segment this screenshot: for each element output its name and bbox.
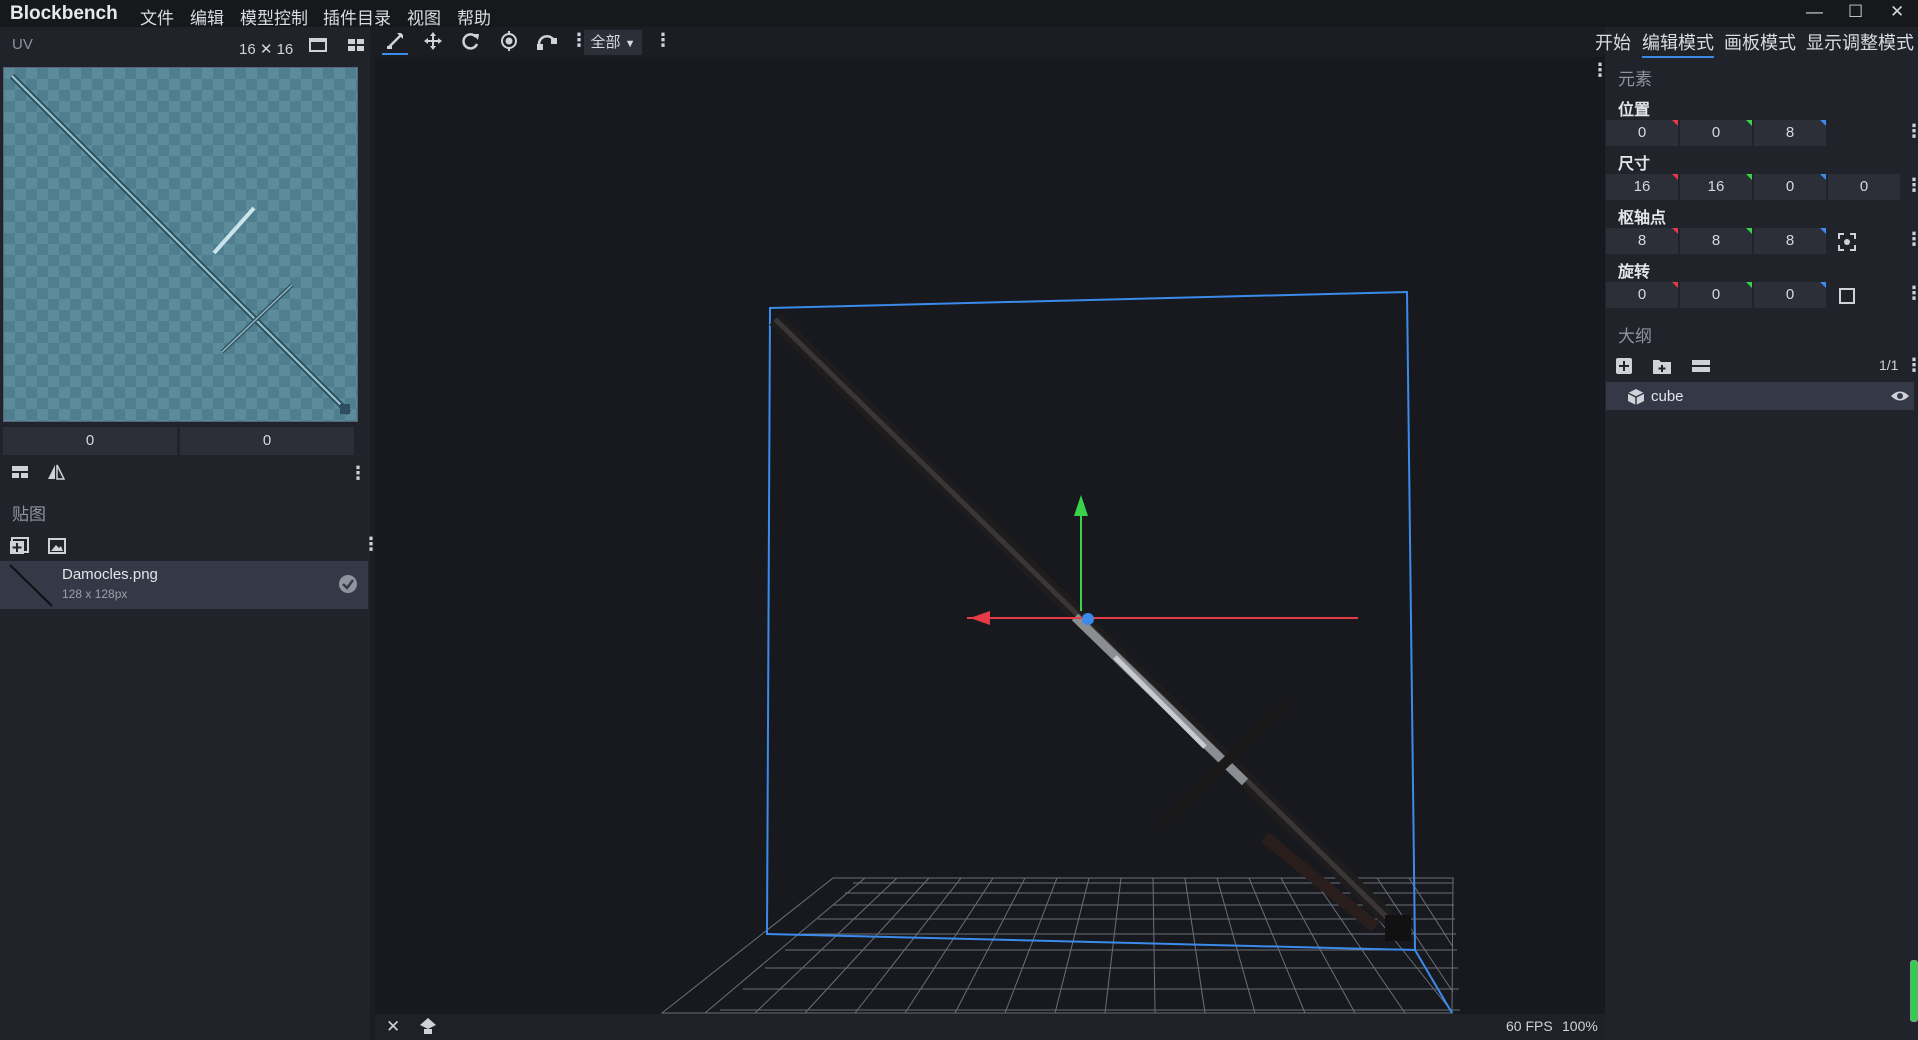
size-menu-dots-icon[interactable]: ⋮: [1905, 175, 1918, 196]
z-axis-handle-icon: [1082, 613, 1094, 625]
pivot-z-input[interactable]: 8: [1754, 228, 1826, 254]
add-cube-icon[interactable]: [1615, 357, 1633, 379]
outliner-item-name: cube: [1651, 388, 1684, 405]
outliner-menu-dots-icon[interactable]: ⋮: [1905, 355, 1918, 376]
fps-counter: 60 FPS: [1506, 1018, 1553, 1034]
menu-view[interactable]: 视图: [407, 4, 441, 29]
grid-toggle-icon[interactable]: [418, 1017, 438, 1040]
textures-title: 贴图: [12, 505, 46, 524]
outliner-count: 1/1: [1879, 357, 1899, 373]
menu-model-control[interactable]: 模型控制: [240, 4, 308, 29]
tab-paint-mode[interactable]: 画板模式: [1724, 29, 1796, 55]
minimize-button[interactable]: —: [1806, 2, 1823, 22]
menu-plugins[interactable]: 插件目录: [323, 4, 391, 29]
texture-thumbnail: [8, 563, 54, 608]
scrollbar-thumb[interactable]: [1910, 960, 1918, 1022]
cube-icon: [1627, 388, 1645, 410]
x-axis-arrow-icon: [970, 611, 990, 625]
import-texture-icon[interactable]: [47, 537, 67, 560]
rotation-label: 旋转: [1618, 264, 1651, 281]
move-tool-icon[interactable]: [382, 31, 408, 55]
pivot-tool-icon[interactable]: [496, 31, 522, 53]
position-z-input[interactable]: 8: [1754, 120, 1826, 146]
uv-offset-y-input[interactable]: 0: [180, 427, 354, 455]
zoom-level: 100%: [1562, 1018, 1598, 1034]
pivot-y-input[interactable]: 8: [1680, 228, 1752, 254]
tab-edit-mode[interactable]: 编辑模式: [1642, 29, 1714, 58]
rotation-y-input[interactable]: 0: [1680, 282, 1752, 308]
size-y-input[interactable]: 16: [1680, 174, 1752, 200]
size-z-input[interactable]: 0: [1754, 174, 1826, 200]
status-bar: [375, 1014, 1605, 1040]
texture-name: Damocles.png: [62, 566, 158, 583]
focus-icon[interactable]: [1837, 232, 1857, 256]
maximize-button[interactable]: ☐: [1848, 2, 1863, 22]
pivot-menu-dots-icon[interactable]: ⋮: [1905, 229, 1918, 250]
size-x-input[interactable]: 16: [1606, 174, 1678, 200]
add-group-icon[interactable]: [1652, 357, 1672, 379]
rotate-tool-icon[interactable]: [458, 31, 484, 53]
y-axis-arrow-icon: [1074, 495, 1088, 516]
sword-model: [769, 313, 1413, 943]
tab-start[interactable]: 开始: [1595, 29, 1631, 55]
selection-mode-label: 全部: [590, 34, 621, 51]
resize-tool-icon[interactable]: [420, 31, 446, 53]
toolbar-more-icon[interactable]: ⋮: [654, 30, 672, 51]
pivot-label: 枢轴点: [1618, 210, 1667, 227]
position-y-input[interactable]: 0: [1680, 120, 1752, 146]
size-label: 尺寸: [1618, 156, 1651, 173]
mirror-icon[interactable]: [47, 464, 66, 485]
eye-icon[interactable]: [1890, 389, 1910, 407]
position-menu-dots-icon[interactable]: ⋮: [1905, 121, 1918, 142]
outliner-title: 大纲: [1618, 327, 1652, 346]
menu-help[interactable]: 帮助: [457, 4, 491, 29]
app-title: Blockbench: [10, 3, 118, 24]
texture-size: 128 x 128px: [62, 587, 128, 601]
rotation-z-input[interactable]: 0: [1754, 282, 1826, 308]
collapse-icon[interactable]: [1691, 358, 1711, 378]
vertex-snap-icon[interactable]: [534, 31, 560, 53]
3d-viewport[interactable]: [375, 57, 1605, 1014]
rotation-x-input[interactable]: 0: [1606, 282, 1678, 308]
close-button[interactable]: ✕: [1890, 2, 1904, 22]
position-x-input[interactable]: 0: [1606, 120, 1678, 146]
element-panel-title: 元素: [1618, 70, 1652, 89]
menu-file[interactable]: 文件: [140, 4, 174, 29]
uv-single-view-icon[interactable]: [309, 37, 327, 58]
uv-layout-icon[interactable]: [11, 464, 29, 485]
chevron-down-icon: ▼: [624, 38, 636, 50]
selection-mode-dropdown[interactable]: 全部 ▼: [584, 30, 642, 55]
close-icon[interactable]: ✕: [386, 1017, 400, 1037]
uv-offset-x-input[interactable]: 0: [3, 427, 177, 455]
uv-size-label: 16 ✕ 16: [239, 41, 294, 58]
add-texture-icon[interactable]: [9, 537, 29, 560]
uv-menu-dots-icon[interactable]: ⋮: [349, 463, 367, 484]
pivot-x-input[interactable]: 8: [1606, 228, 1678, 254]
position-label: 位置: [1618, 102, 1651, 119]
menu-edit[interactable]: 编辑: [190, 4, 224, 29]
rotation-menu-dots-icon[interactable]: ⋮: [1905, 283, 1918, 304]
grid-icon[interactable]: [347, 37, 365, 58]
tab-display-mode[interactable]: 显示调整模式: [1806, 29, 1914, 55]
uv-panel-title: UV: [12, 36, 33, 53]
rescale-checkbox[interactable]: [1838, 287, 1856, 309]
size-inflate-input[interactable]: 0: [1828, 174, 1900, 200]
uv-editor-canvas[interactable]: [3, 67, 358, 422]
checkmark-icon[interactable]: [338, 574, 358, 598]
texture-list-item[interactable]: [0, 561, 368, 609]
